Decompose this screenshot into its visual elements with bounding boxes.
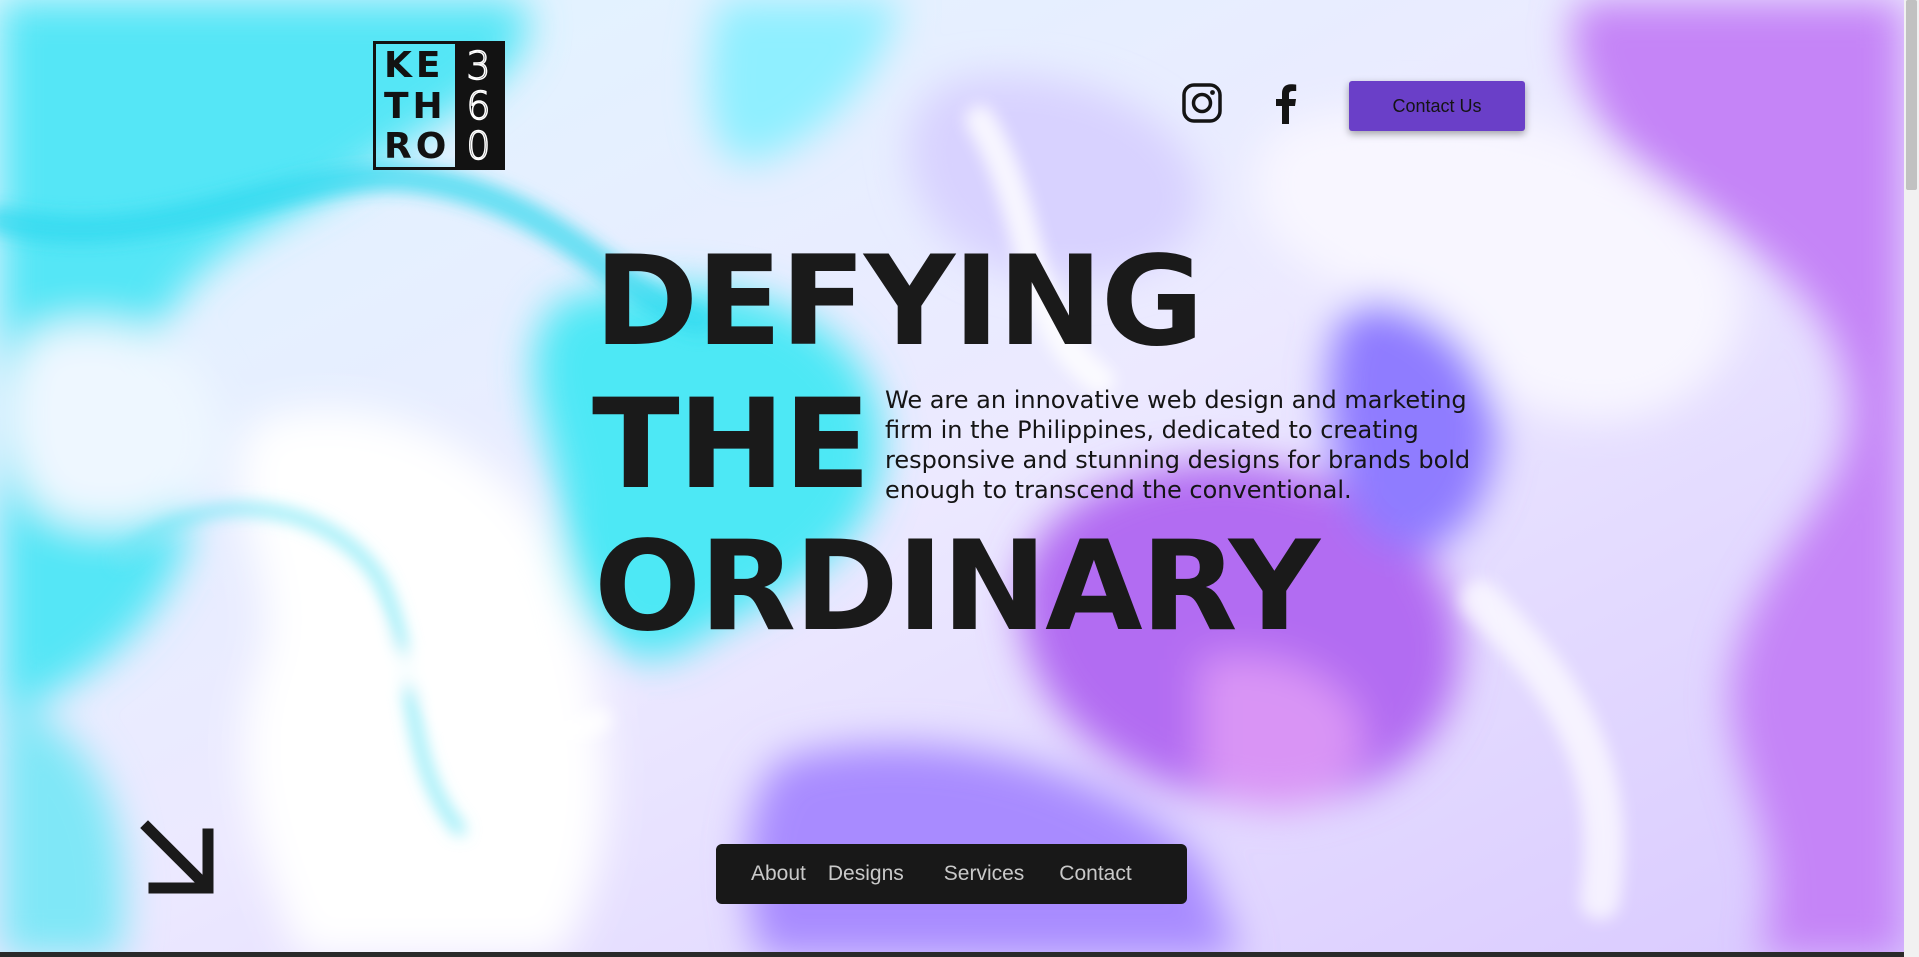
logo-letters: KE TH RO [376,44,455,167]
nav-contact[interactable]: Contact [1059,862,1131,886]
page-bottom-edge [0,952,1904,957]
nav-designs[interactable]: Designs [828,862,904,886]
nav-about[interactable]: About [751,862,806,886]
logo-row-2: TH [384,85,447,127]
logo-row-3: RO [384,126,451,167]
logo-digit-2: 6 [466,84,492,128]
contact-us-button[interactable]: Contact Us [1349,81,1525,131]
facebook-icon[interactable] [1264,82,1306,124]
arrow-down-right-icon [140,820,214,894]
instagram-icon[interactable] [1181,82,1223,124]
logo-row-1: KE [384,45,445,86]
bottom-nav: About Designs Services Contact [716,844,1187,904]
page: KE TH RO 3 6 0 Contact Us DEFYING THE OR… [0,0,1919,957]
logo-digit-1: 3 [466,44,492,88]
logo-digits: 3 6 0 [455,44,502,167]
nav-services[interactable]: Services [944,862,1025,886]
hero-headline-line-1: DEFYING [594,230,1204,374]
hero-headline-line-2: THE [592,373,871,517]
hero-headline-line-3: ORDINARY [594,515,1320,659]
hero-tagline: We are an innovative web design and mark… [885,386,1471,504]
brand-logo[interactable]: KE TH RO 3 6 0 [373,41,505,170]
scrollbar-thumb[interactable] [1906,0,1917,190]
logo-digit-3: 0 [466,124,492,168]
